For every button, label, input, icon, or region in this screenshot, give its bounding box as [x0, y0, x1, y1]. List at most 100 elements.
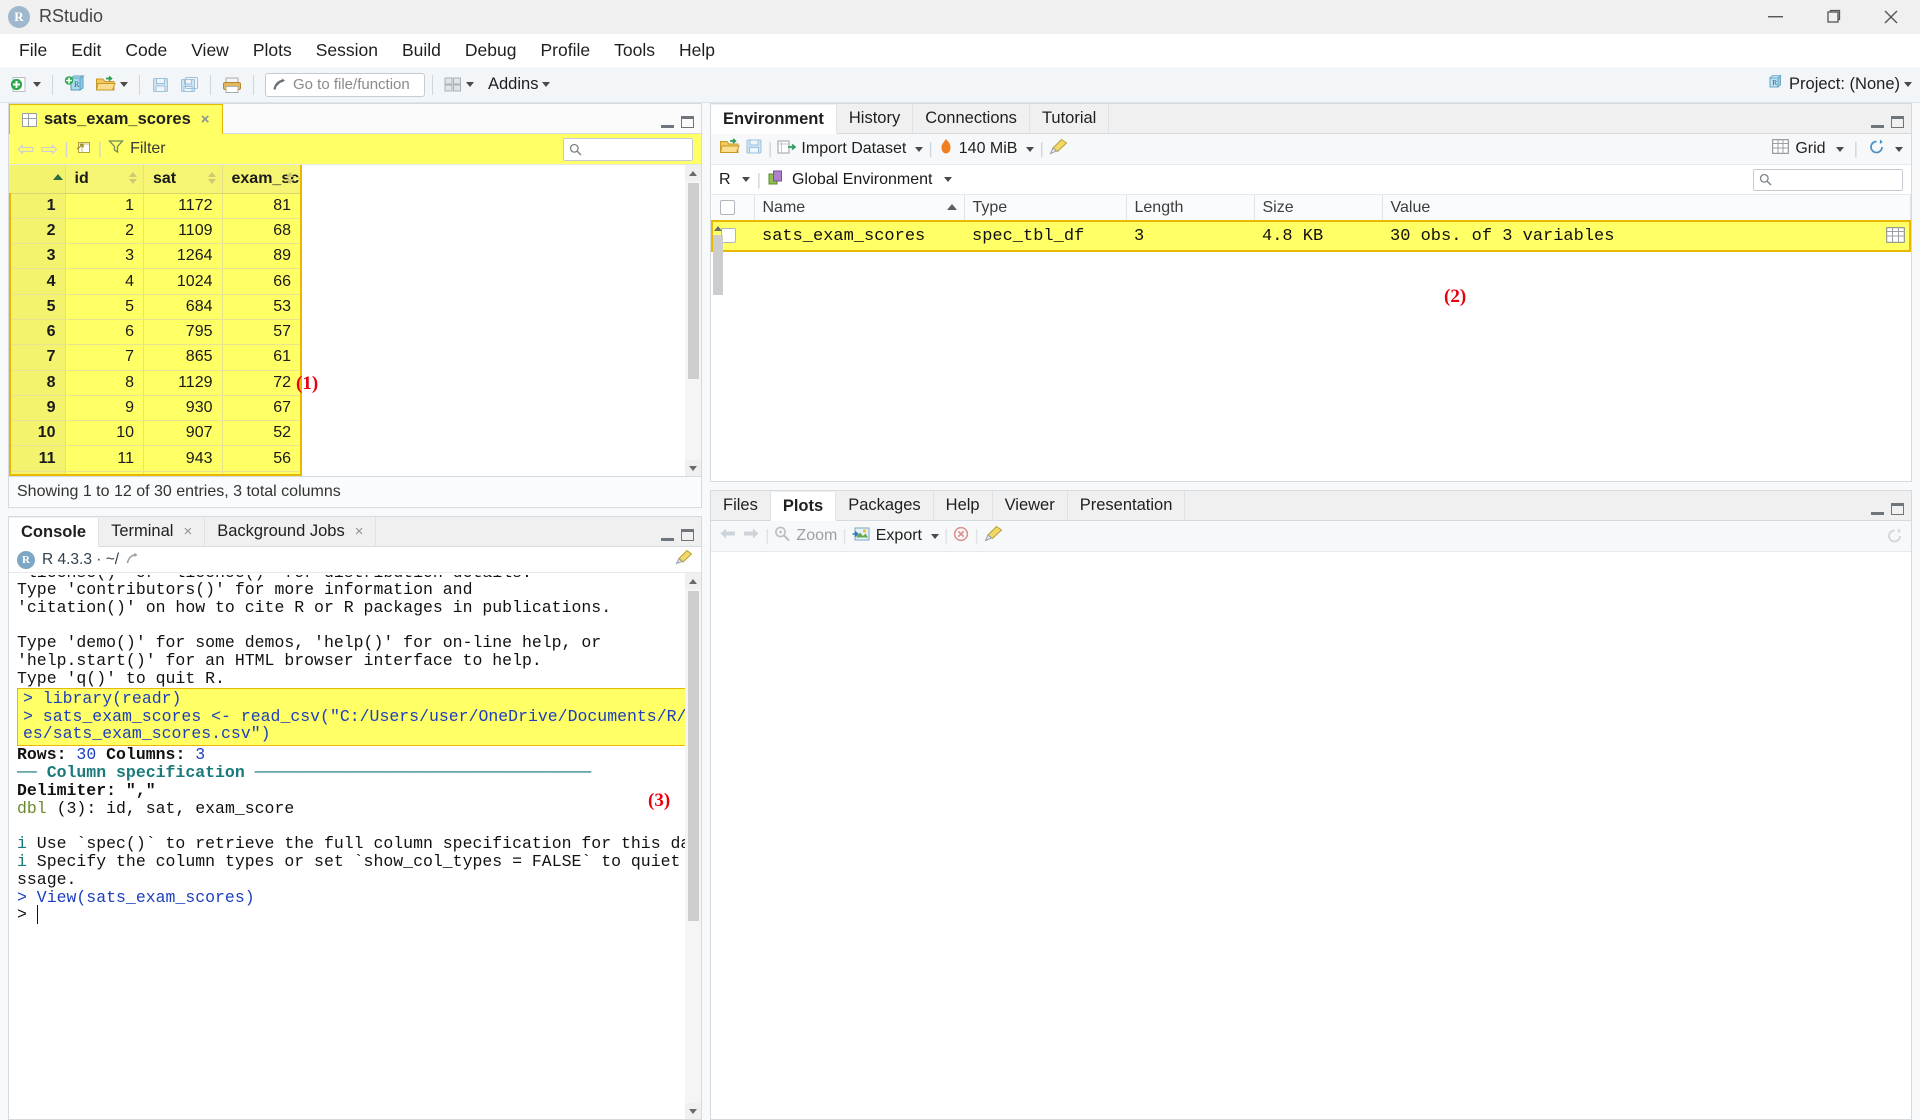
menu-help[interactable]: Help	[668, 36, 726, 65]
close-icon[interactable]: ×	[183, 523, 192, 540]
data-viewer-scrollbar[interactable]	[685, 165, 701, 476]
table-row[interactable]: 6679557	[9, 319, 301, 344]
scroll-up-icon[interactable]	[711, 221, 725, 235]
next-plot-icon[interactable]	[742, 526, 760, 546]
table-row[interactable]: 44102466	[9, 269, 301, 294]
sort-icon[interactable]	[286, 172, 294, 184]
tab-history[interactable]: History	[837, 104, 913, 133]
global-environment-label[interactable]: Global Environment	[792, 171, 933, 189]
memory-usage-label[interactable]: 140 MiB	[959, 140, 1018, 158]
refresh-icon[interactable]	[1868, 139, 1885, 160]
minimize-pane-icon[interactable]	[661, 532, 674, 541]
console-output[interactable]: 'license()' or 'licence()' for distribut…	[9, 573, 701, 1119]
clear-console-icon[interactable]	[675, 549, 693, 570]
console-prompt[interactable]: >	[17, 906, 701, 924]
export-icon[interactable]	[852, 526, 871, 547]
new-file-caret-icon[interactable]	[33, 82, 41, 87]
popout-icon[interactable]	[75, 139, 92, 160]
table-row[interactable]: 7786561	[9, 345, 301, 370]
pane-layout-caret-icon[interactable]	[466, 82, 474, 87]
clear-environment-icon[interactable]	[1049, 138, 1068, 160]
table-row[interactable]: 11117281	[9, 193, 301, 218]
column-header-name[interactable]: Name	[754, 195, 964, 221]
import-dataset-label[interactable]: Import Dataset	[801, 140, 906, 158]
tab-packages[interactable]: Packages	[836, 491, 933, 520]
column-header-id[interactable]: id	[65, 165, 144, 193]
table-row[interactable]: 22110968	[9, 218, 301, 243]
environment-view-selector[interactable]: Grid |	[1772, 139, 1903, 160]
column-header-type[interactable]: Type	[964, 195, 1126, 221]
scroll-up-icon[interactable]	[685, 165, 701, 181]
tab-terminal[interactable]: Terminal ×	[99, 517, 205, 546]
new-file-button[interactable]	[6, 71, 45, 99]
tab-connections[interactable]: Connections	[913, 104, 1030, 133]
maximize-pane-icon[interactable]	[681, 529, 694, 541]
language-label[interactable]: R	[719, 171, 731, 189]
menu-code[interactable]: Code	[114, 36, 178, 65]
open-file-button[interactable]	[91, 71, 132, 99]
menu-tools[interactable]: Tools	[603, 36, 666, 65]
import-dataset-caret-icon[interactable]	[915, 147, 923, 152]
memory-caret-icon[interactable]	[1026, 147, 1034, 152]
minimize-pane-icon[interactable]	[1871, 119, 1884, 128]
column-header-value[interactable]: Value	[1382, 195, 1910, 221]
tab-help[interactable]: Help	[934, 491, 993, 520]
tab-environment[interactable]: Environment	[711, 105, 837, 134]
maximize-pane-icon[interactable]	[681, 116, 694, 128]
environment-scrollbar[interactable]	[711, 221, 725, 479]
scrollbar-thumb[interactable]	[688, 591, 699, 921]
maximize-pane-icon[interactable]	[1891, 503, 1904, 515]
clear-plots-icon[interactable]	[984, 525, 1003, 547]
tab-console[interactable]: Console	[9, 518, 99, 547]
project-selector[interactable]: R Project: (None)	[1765, 74, 1912, 96]
export-label[interactable]: Export	[876, 527, 922, 545]
menu-session[interactable]: Session	[305, 36, 389, 65]
zoom-label[interactable]: Zoom	[796, 527, 837, 545]
minimize-pane-icon[interactable]	[661, 119, 674, 128]
tab-presentation[interactable]: Presentation	[1068, 491, 1186, 520]
table-row[interactable]: sats_exam_scores spec_tbl_df 3 4.8 KB 30…	[712, 221, 1910, 251]
menu-profile[interactable]: Profile	[530, 36, 602, 65]
tab-plots[interactable]: Plots	[771, 492, 836, 521]
refresh-caret-icon[interactable]	[1895, 147, 1903, 152]
minimize-pane-icon[interactable]	[1871, 506, 1884, 515]
menu-debug[interactable]: Debug	[454, 36, 528, 65]
close-icon[interactable]	[1862, 0, 1920, 34]
previous-plot-icon[interactable]	[719, 526, 737, 546]
scrollbar-thumb[interactable]	[713, 235, 723, 295]
save-all-button[interactable]	[176, 71, 203, 99]
export-caret-icon[interactable]	[931, 534, 939, 539]
scroll-down-icon[interactable]	[685, 1103, 701, 1119]
global-environment-caret-icon[interactable]	[944, 177, 952, 182]
menu-view[interactable]: View	[180, 36, 240, 65]
table-row[interactable]: 111194356	[9, 446, 301, 471]
back-icon[interactable]: ⇦	[17, 139, 35, 160]
menu-file[interactable]: File	[8, 36, 58, 65]
menu-edit[interactable]: Edit	[60, 36, 112, 65]
tab-tutorial[interactable]: Tutorial	[1030, 104, 1109, 133]
print-button[interactable]	[218, 71, 246, 99]
maximize-pane-icon[interactable]	[1891, 116, 1904, 128]
grid-view-icon[interactable]	[1772, 139, 1789, 159]
new-project-button[interactable]: R	[60, 71, 89, 99]
menu-plots[interactable]: Plots	[242, 36, 303, 65]
maximize-icon[interactable]	[1804, 0, 1862, 34]
import-dataset-icon[interactable]	[777, 139, 796, 160]
save-workspace-icon[interactable]	[745, 138, 763, 160]
filter-label[interactable]: Filter	[130, 140, 166, 158]
pane-layout-button[interactable]	[440, 71, 478, 99]
goto-file-input[interactable]: Go to file/function	[265, 73, 425, 97]
tab-background-jobs[interactable]: Background Jobs ×	[205, 517, 376, 546]
table-row[interactable]: 88112972	[9, 370, 301, 395]
grid-view-caret-icon[interactable]	[1836, 147, 1844, 152]
grid-view-label[interactable]: Grid	[1795, 140, 1825, 158]
data-viewer-search-input[interactable]	[563, 138, 693, 161]
environment-search-input[interactable]	[1753, 169, 1903, 191]
tab-sats-exam-scores[interactable]: sats_exam_scores ×	[9, 104, 223, 134]
project-caret-icon[interactable]	[1904, 82, 1912, 87]
scroll-up-icon[interactable]	[685, 573, 701, 589]
select-all-checkbox[interactable]	[720, 200, 735, 215]
menu-build[interactable]: Build	[391, 36, 452, 65]
scrollbar-thumb[interactable]	[688, 183, 699, 379]
table-row[interactable]: 101090752	[9, 421, 301, 446]
